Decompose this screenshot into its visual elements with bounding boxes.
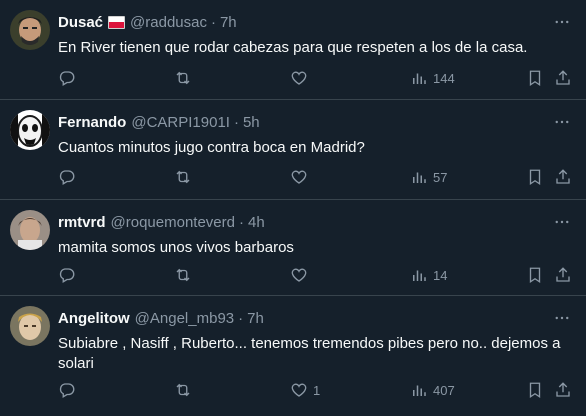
view-count: 144 [433, 70, 455, 86]
separator: · [233, 113, 239, 131]
username[interactable]: @roquemonteverd [111, 214, 235, 231]
share-button[interactable] [554, 266, 572, 284]
separator: · [238, 309, 244, 327]
more-options-icon[interactable] [552, 212, 572, 232]
display-name[interactable]: Angelitow [58, 310, 130, 327]
timestamp[interactable]: 7h [220, 14, 237, 31]
tweet[interactable]: rmtvrd @roquemonteverd · 4h mamita somos… [0, 200, 586, 296]
bookmark-button[interactable] [526, 168, 544, 186]
like-count: 1 [313, 382, 321, 398]
share-button[interactable] [554, 168, 572, 186]
share-icon [556, 382, 570, 397]
share-button[interactable] [554, 69, 572, 87]
username[interactable]: @Angel_mb93 [135, 310, 234, 327]
separator: · [210, 13, 216, 31]
more-options-icon[interactable] [552, 308, 572, 328]
bookmark-icon [529, 267, 541, 284]
reply-feed: Dusać @raddusac · 7h En River tienen que… [0, 0, 586, 416]
reply-icon [59, 71, 75, 86]
retweet-button[interactable] [174, 266, 192, 284]
heart-icon [291, 170, 307, 184]
separator: · [238, 213, 244, 231]
more-options-icon[interactable] [552, 12, 572, 32]
action-bar: 144 [58, 68, 572, 88]
more-options-icon[interactable] [552, 112, 572, 132]
bookmark-button[interactable] [526, 266, 544, 284]
retweet-icon [176, 170, 190, 184]
reply-icon [59, 383, 75, 398]
views-chart-icon [413, 172, 426, 183]
action-bar: 1 407 [58, 380, 572, 400]
views-chart-icon [413, 385, 426, 396]
reply-button[interactable] [58, 168, 76, 186]
retweet-icon [176, 268, 190, 282]
tweet-header: Fernando @CARPI1901I · 5h [58, 112, 542, 132]
username[interactable]: @raddusac [130, 14, 207, 31]
view-count: 14 [433, 267, 448, 283]
bookmark-button[interactable] [526, 69, 544, 87]
share-icon [556, 169, 570, 184]
tweet[interactable]: Angelitow @Angel_mb93 · 7h Subiabre , Na… [0, 296, 586, 416]
timestamp[interactable]: 5h [243, 114, 260, 131]
views-button[interactable]: 14 [410, 266, 447, 284]
retweet-icon [176, 383, 190, 397]
tweet-header: rmtvrd @roquemonteverd · 4h [58, 212, 542, 232]
reply-icon [59, 170, 75, 185]
reply-button[interactable] [58, 69, 76, 87]
heart-icon [291, 268, 307, 282]
views-chart-icon [413, 270, 426, 281]
bookmark-icon [529, 382, 541, 399]
avatar[interactable] [10, 210, 50, 250]
views-button[interactable]: 407 [410, 381, 455, 399]
reply-button[interactable] [58, 266, 76, 284]
tweet-text: Cuantos minutos jugo contra boca en Madr… [58, 139, 365, 156]
retweet-icon [176, 71, 190, 85]
display-name[interactable]: Fernando [58, 114, 126, 131]
avatar[interactable] [10, 10, 50, 50]
action-bar: 57 [58, 167, 572, 187]
tweet-header: Dusać @raddusac · 7h [58, 12, 542, 32]
reply-button[interactable] [58, 381, 76, 399]
views-button[interactable]: 144 [410, 69, 455, 87]
bookmark-icon [529, 70, 541, 87]
avatar[interactable] [10, 306, 50, 346]
retweet-button[interactable] [174, 168, 192, 186]
display-name[interactable]: Dusać [58, 14, 103, 31]
retweet-button[interactable] [174, 69, 192, 87]
heart-icon [291, 383, 307, 397]
display-name[interactable]: rmtvrd [58, 214, 106, 231]
tweet-text: En River tienen que rodar cabezas para q… [58, 39, 528, 56]
action-bar: 14 [58, 265, 572, 285]
views-chart-icon [413, 73, 426, 84]
share-button[interactable] [554, 381, 572, 399]
like-button[interactable]: 1 [290, 381, 320, 399]
username[interactable]: @CARPI1901I [131, 114, 230, 131]
bookmark-icon [529, 169, 541, 186]
bookmark-button[interactable] [526, 381, 544, 399]
share-icon [556, 267, 570, 282]
share-icon [556, 70, 570, 85]
like-button[interactable] [290, 69, 313, 87]
heart-icon [291, 71, 307, 85]
tweet-text: mamita somos unos vivos barbaros [58, 239, 294, 256]
like-button[interactable] [290, 168, 313, 186]
views-button[interactable]: 57 [410, 168, 447, 186]
tweet-text: Subiabre , Nasiff , Ruberto... tenemos t… [58, 335, 561, 372]
like-button[interactable] [290, 266, 313, 284]
avatar[interactable] [10, 110, 50, 150]
tweet[interactable]: Dusać @raddusac · 7h En River tienen que… [0, 0, 586, 100]
view-count: 407 [433, 382, 455, 398]
poland-flag-icon [108, 15, 126, 29]
view-count: 57 [433, 169, 448, 185]
reply-icon [59, 268, 75, 283]
retweet-button[interactable] [174, 381, 192, 399]
tweet-header: Angelitow @Angel_mb93 · 7h [58, 308, 542, 328]
timestamp[interactable]: 4h [248, 214, 265, 231]
tweet[interactable]: Fernando @CARPI1901I · 5h Cuantos minuto… [0, 100, 586, 200]
timestamp[interactable]: 7h [247, 310, 264, 327]
